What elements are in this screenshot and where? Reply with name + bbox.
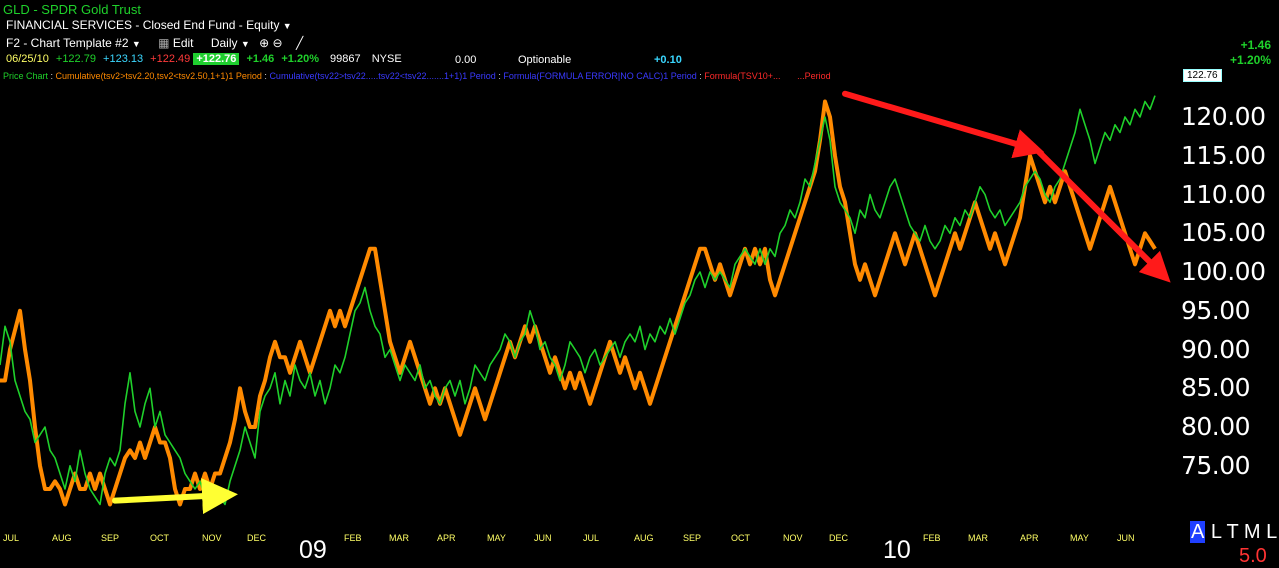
y-tick-label: 110.00 bbox=[1181, 179, 1266, 209]
x-tick-label: MAR bbox=[968, 533, 988, 543]
x-tick-label: SEP bbox=[683, 533, 702, 543]
y-tick-label: 120.00 bbox=[1181, 102, 1266, 131]
y-tick-label: 85.00 bbox=[1181, 373, 1251, 403]
y-tick-label: 95.00 bbox=[1181, 295, 1251, 325]
y-tick-label: 100.00 bbox=[1181, 257, 1266, 286]
cumulative-series-line bbox=[0, 99, 1157, 507]
annotation-arrow-3 bbox=[1032, 145, 1171, 283]
letter-m[interactable]: M bbox=[1244, 521, 1261, 543]
annotation-arrow-1 bbox=[112, 478, 238, 515]
x-tick-label: AUG bbox=[634, 533, 654, 543]
y-tick-label: 105.00 bbox=[1181, 218, 1266, 248]
x-year-label: 09 bbox=[299, 536, 327, 564]
x-tick-label: DEC bbox=[247, 533, 267, 543]
annotation-arrow-2 bbox=[842, 90, 1045, 159]
x-tick-label: OCT bbox=[731, 533, 750, 543]
x-year-label: 10 bbox=[883, 536, 911, 564]
y-tick-label: 75.00 bbox=[1181, 450, 1251, 480]
bottom-right-letters: A L T M L bbox=[1190, 521, 1277, 544]
letter-t[interactable]: T bbox=[1227, 521, 1239, 543]
letter-l[interactable]: L bbox=[1211, 521, 1221, 543]
x-tick-label: DEC bbox=[829, 533, 849, 543]
x-tick-label: NOV bbox=[202, 533, 222, 543]
price-series-line bbox=[0, 95, 1156, 506]
y-tick-label: 80.00 bbox=[1181, 412, 1251, 441]
last-price-tag: 122.76 bbox=[1183, 69, 1222, 82]
x-tick-label: OCT bbox=[150, 533, 169, 543]
x-tick-label: MAY bbox=[487, 533, 506, 543]
y-tick-label: 90.00 bbox=[1181, 334, 1251, 364]
y-tick-label: 115.00 bbox=[1181, 140, 1266, 170]
x-tick-label: JUL bbox=[583, 533, 600, 543]
x-tick-label: NOV bbox=[783, 533, 803, 543]
x-tick-label: JUN bbox=[1117, 533, 1135, 543]
x-tick-label: JUL bbox=[3, 533, 20, 543]
x-tick-label: FEB bbox=[923, 533, 941, 543]
x-tick-label: FEB bbox=[344, 533, 362, 543]
price-chart[interactable] bbox=[0, 0, 1279, 568]
letter-a[interactable]: A bbox=[1190, 521, 1206, 543]
letter-l2[interactable]: L bbox=[1266, 521, 1277, 543]
x-tick-label: SEP bbox=[101, 533, 120, 543]
version-label: 5.0 bbox=[1239, 545, 1267, 567]
x-tick-label: JUN bbox=[534, 533, 552, 543]
x-tick-label: AUG bbox=[52, 533, 72, 543]
x-tick-label: APR bbox=[1020, 533, 1039, 543]
x-tick-label: APR bbox=[437, 533, 456, 543]
x-tick-label: MAY bbox=[1070, 533, 1089, 543]
x-tick-label: MAR bbox=[389, 533, 409, 543]
